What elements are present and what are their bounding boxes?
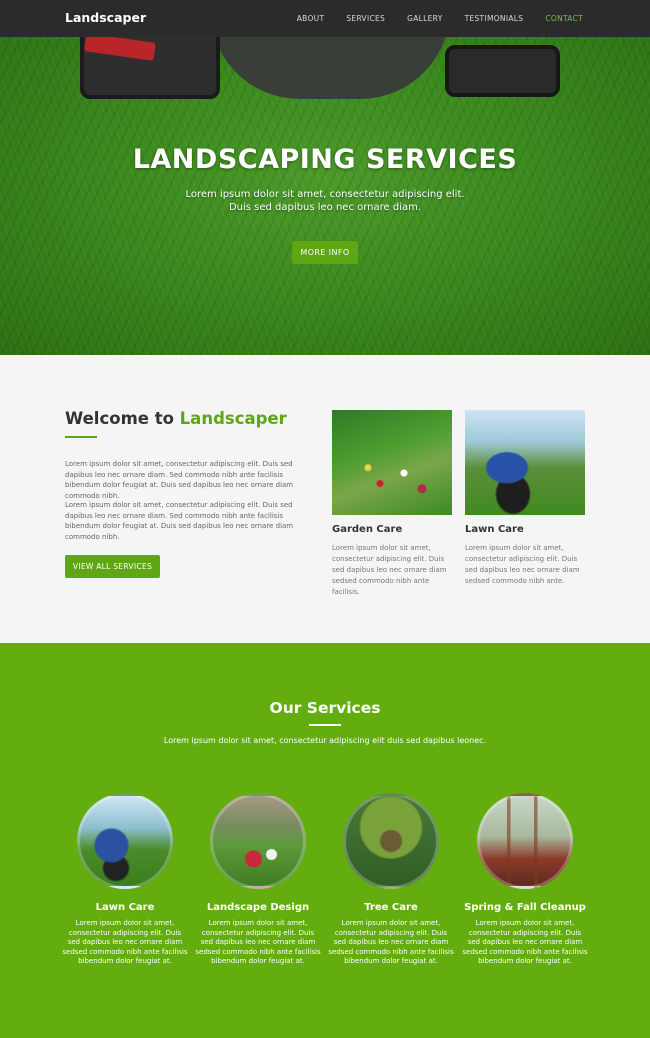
hero-subtitle: Lorem ipsum dolor sit amet, consectetur … xyxy=(0,188,650,214)
service-text: Lorem ipsum dolor sit amet, consectetur … xyxy=(195,919,321,965)
more-info-button[interactable]: MORE INFO xyxy=(292,241,358,264)
welcome-paragraph-2: Lorem ipsum dolor sit amet, consectetur … xyxy=(65,501,294,541)
lawn-care-card[interactable]: Lawn Care Lorem ipsum dolor sit amet, co… xyxy=(465,410,585,587)
services-lead: Lorem ipsum dolor sit amet, consectetur … xyxy=(163,736,487,745)
garden-care-card[interactable]: Garden Care Lorem ipsum dolor sit amet, … xyxy=(332,410,452,598)
service-text: Lorem ipsum dolor sit amet, consectetur … xyxy=(62,919,188,965)
welcome-heading-highlight: Landscaper xyxy=(179,409,287,428)
card-title: Lawn Care xyxy=(465,524,524,535)
nav-link-about[interactable]: ABOUT xyxy=(297,14,325,23)
welcome-heading: Welcome to Landscaper xyxy=(65,409,287,428)
service-name: Tree Care xyxy=(364,902,418,913)
services-section: Our Services Lorem ipsum dolor sit amet,… xyxy=(0,643,650,1038)
service-name: Spring & Fall Cleanup xyxy=(464,902,586,913)
navbar: Landscaper ABOUT SERVICES GALLERY TESTIM… xyxy=(0,0,650,37)
welcome-paragraph-1: Lorem ipsum dolor sit amet, consectetur … xyxy=(65,460,294,500)
lawn-care-image xyxy=(465,410,585,515)
services-underline xyxy=(309,724,341,726)
hero-subtitle-line1: Lorem ipsum dolor sit amet, consectetur … xyxy=(185,189,465,200)
service-name: Landscape Design xyxy=(206,902,310,913)
hero-banner: LANDSCAPING SERVICES Lorem ipsum dolor s… xyxy=(0,37,650,355)
hero-subtitle-line2: Duis sed dapibus leo nec ornare diam. xyxy=(228,202,422,213)
service-text: Lorem ipsum dolor sit amet, consectetur … xyxy=(462,919,588,965)
service-text: Lorem ipsum dolor sit amet, consectetur … xyxy=(328,919,454,965)
services-title: Our Services xyxy=(269,699,381,717)
brand-logo[interactable]: Landscaper xyxy=(65,10,146,25)
view-all-services-button[interactable]: VIEW ALL SERVICES xyxy=(65,555,160,578)
service-item-tree-care[interactable]: Tree Care Lorem ipsum dolor sit amet, co… xyxy=(328,793,454,967)
nav-link-gallery[interactable]: GALLERY xyxy=(407,14,442,23)
service-item-lawn-care[interactable]: Lawn Care Lorem ipsum dolor sit amet, co… xyxy=(62,793,188,967)
nav-link-contact[interactable]: CONTACT xyxy=(545,14,583,23)
welcome-heading-prefix: Welcome to xyxy=(65,409,180,428)
service-name: Lawn Care xyxy=(95,902,155,913)
service-item-landscape-design[interactable]: Landscape Design Lorem ipsum dolor sit a… xyxy=(195,793,321,967)
welcome-section: Welcome to Landscaper Lorem ipsum dolor … xyxy=(0,355,650,643)
card-text: Lorem ipsum dolor sit amet, consectetur … xyxy=(332,544,447,596)
nav-link-services[interactable]: SERVICES xyxy=(346,14,385,23)
service-item-spring-fall-cleanup[interactable]: Spring & Fall Cleanup Lorem ipsum dolor … xyxy=(462,793,588,967)
nav-menu: ABOUT SERVICES GALLERY TESTIMONIALS CONT… xyxy=(275,0,583,37)
heading-underline xyxy=(65,436,97,438)
tree-care-photo xyxy=(343,793,439,889)
lawn-care-photo xyxy=(77,793,173,889)
nav-link-testimonials[interactable]: TESTIMONIALS xyxy=(465,14,524,23)
mower-wheel-right xyxy=(445,45,560,97)
card-text: Lorem ipsum dolor sit amet, consectetur … xyxy=(465,544,580,585)
landscape-design-photo xyxy=(210,793,306,889)
cleanup-photo xyxy=(477,793,573,889)
lawnmower-image xyxy=(210,37,450,99)
garden-care-image xyxy=(332,410,452,515)
hero-title: LANDSCAPING SERVICES xyxy=(132,144,518,175)
card-title: Garden Care xyxy=(332,524,403,535)
